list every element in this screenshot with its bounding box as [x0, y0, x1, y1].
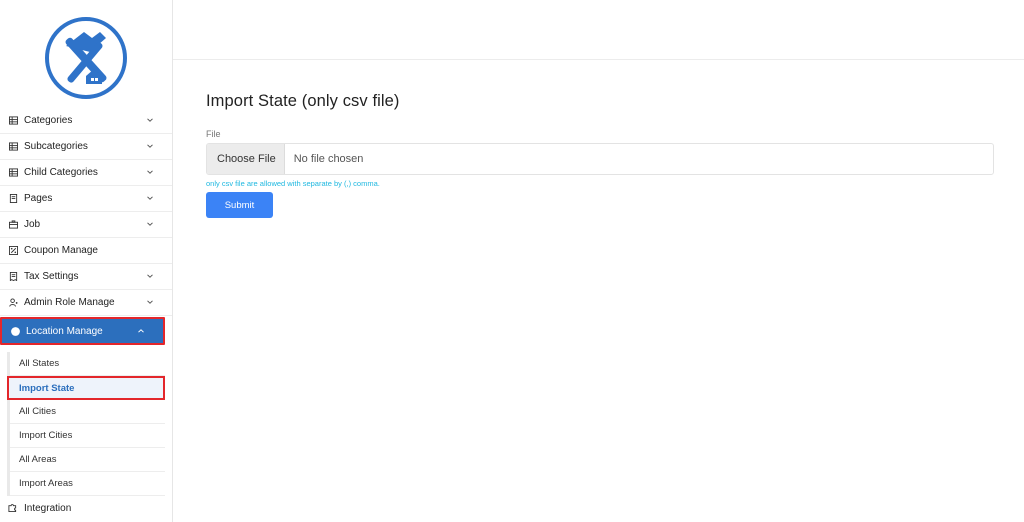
- table-icon: [8, 168, 18, 178]
- sidebar-item-integration[interactable]: Integration: [0, 496, 172, 520]
- file-status-text: No file chosen: [293, 153, 364, 165]
- sidebar-item-label: Integration: [24, 502, 72, 514]
- table-icon: [8, 142, 18, 152]
- location-submenu: All States Import State All Cities Impor…: [7, 352, 165, 496]
- chevron-down-icon: [146, 142, 154, 150]
- logo-hammer-house-icon[interactable]: [44, 16, 128, 100]
- sidebar-item-label: Job: [24, 219, 41, 230]
- page-title: Import State (only csv file): [206, 92, 400, 110]
- sidebar-item-label: Categories: [24, 115, 73, 126]
- sidebar-item-job[interactable]: Job: [0, 212, 172, 238]
- page-icon: [8, 194, 18, 204]
- top-bar: [173, 0, 1024, 60]
- sidebar-item-label: Admin Role Manage: [24, 297, 115, 308]
- sidebar-item-child-categories[interactable]: Child Categories: [0, 160, 172, 186]
- submenu-item-all-areas[interactable]: All Areas: [10, 448, 165, 472]
- chevron-down-icon: [146, 116, 154, 124]
- coupon-icon: [8, 246, 18, 256]
- chevron-down-icon: [146, 220, 154, 228]
- main-content: Import State (only csv file) File Choose…: [206, 92, 994, 218]
- file-hint-text: only csv file are allowed with separate …: [206, 179, 380, 188]
- puzzle-icon: [8, 503, 18, 513]
- sidebar-item-admin-role-manage[interactable]: Admin Role Manage: [0, 290, 172, 316]
- chevron-down-icon: [146, 272, 154, 280]
- file-input[interactable]: Choose File No file chosen: [206, 143, 994, 175]
- sidebar-item-label: Child Categories: [24, 167, 98, 178]
- sidebar-item-label: Tax Settings: [24, 271, 79, 282]
- sidebar-item-pages[interactable]: Pages: [0, 186, 172, 212]
- submenu-item-all-states[interactable]: All States: [10, 352, 165, 376]
- submenu-item-import-state[interactable]: Import State: [7, 376, 165, 400]
- briefcase-icon: [8, 220, 18, 230]
- sidebar-item-categories[interactable]: Categories: [0, 108, 172, 134]
- sidebar-item-label: Subcategories: [24, 141, 88, 152]
- globe-icon: [10, 326, 20, 336]
- submenu-item-import-cities[interactable]: Import Cities: [10, 424, 165, 448]
- sidebar-item-label: Coupon Manage: [24, 245, 98, 256]
- choose-file-button[interactable]: Choose File: [207, 144, 285, 174]
- chevron-up-icon: [137, 327, 145, 335]
- receipt-icon: [8, 272, 18, 282]
- sidebar-menu: Categories Subcategories Child Categorie…: [0, 108, 172, 345]
- submit-button[interactable]: Submit: [206, 192, 273, 218]
- sidebar: Categories Subcategories Child Categorie…: [0, 0, 173, 522]
- chevron-down-icon: [146, 298, 154, 306]
- sidebar-item-label: Pages: [24, 193, 53, 204]
- sidebar-item-label: Location Manage: [26, 325, 103, 337]
- user-role-icon: [8, 298, 18, 308]
- submenu-item-import-areas[interactable]: Import Areas: [10, 472, 165, 496]
- table-icon: [8, 116, 18, 126]
- chevron-down-icon: [146, 168, 154, 176]
- sidebar-item-location-manage[interactable]: Location Manage: [0, 317, 165, 345]
- file-field-label: File: [206, 129, 221, 139]
- sidebar-item-subcategories[interactable]: Subcategories: [0, 134, 172, 160]
- chevron-down-icon: [146, 194, 154, 202]
- sidebar-item-coupon-manage[interactable]: Coupon Manage: [0, 238, 172, 264]
- sidebar-item-tax-settings[interactable]: Tax Settings: [0, 264, 172, 290]
- submenu-item-all-cities[interactable]: All Cities: [10, 400, 165, 424]
